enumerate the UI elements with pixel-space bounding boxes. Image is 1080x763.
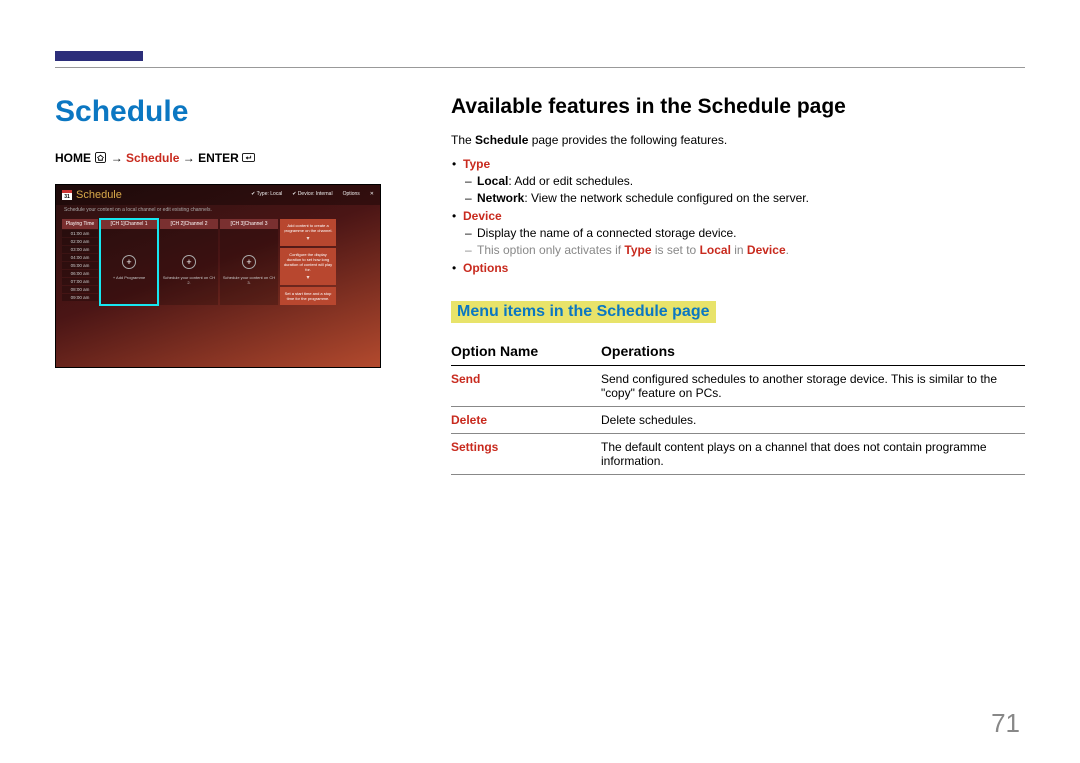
channel-header: [CH 2]Channel 2 — [160, 219, 218, 229]
shot-type-label: ✔ Type: Local — [251, 191, 282, 197]
feature-device-note: This option only activates if Type is se… — [477, 243, 1025, 257]
table-row: Send Send configured schedules to anothe… — [451, 366, 1025, 407]
calendar-icon: 31 — [62, 190, 72, 200]
channel-column-3: [CH 3]Channel 3 + Schedule your content … — [220, 219, 278, 305]
left-column: Schedule HOME → Schedule → ENTER 31 Sche… — [55, 95, 381, 475]
tip-box: Set a start time and a stop time for the… — [280, 287, 336, 305]
option-name-send: Send — [451, 366, 601, 407]
time-cell: 01:00 am — [62, 230, 98, 237]
time-cell: 04:00 am — [62, 254, 98, 261]
time-column: Playing Time 01:00 am 02:00 am 03:00 am … — [62, 219, 98, 305]
schedule-screenshot: 31 Schedule ✔ Type: Local ✔ Device: Inte… — [55, 184, 381, 368]
nav-arrow: → — [111, 151, 123, 165]
option-desc-send: Send configured schedules to another sto… — [601, 366, 1025, 407]
close-icon: ✕ — [370, 191, 374, 197]
home-icon — [94, 152, 107, 166]
channel-label: + Add Programme — [100, 275, 158, 280]
time-cell: 03:00 am — [62, 246, 98, 253]
chevron-down-icon: ▾ — [283, 274, 333, 281]
navigation-path: HOME → Schedule → ENTER — [55, 151, 381, 166]
time-header: Playing Time — [62, 219, 98, 229]
option-name-delete: Delete — [451, 407, 601, 434]
nav-enter-label: ENTER — [198, 151, 239, 165]
feature-type-local: Local: Add or edit schedules. — [477, 174, 1025, 188]
add-icon: + — [122, 255, 136, 269]
menu-items-heading: Menu items in the Schedule page — [451, 301, 716, 323]
enter-icon — [242, 152, 255, 166]
right-column: Available features in the Schedule page … — [451, 95, 1025, 475]
channel-label: Schedule your content on CH 2. — [160, 275, 218, 285]
time-cell: 05:00 am — [62, 262, 98, 269]
option-desc-delete: Delete schedules. — [601, 407, 1025, 434]
header-accent-bar — [55, 51, 143, 61]
table-header-option-name: Option Name — [451, 337, 601, 366]
table-header-operations: Operations — [601, 337, 1025, 366]
channel-header: [CH 3]Channel 3 — [220, 219, 278, 229]
nav-home-label: HOME — [55, 151, 91, 165]
options-table: Option Name Operations Send Send configu… — [451, 337, 1025, 475]
page-number: 71 — [991, 708, 1020, 739]
add-icon: + — [242, 255, 256, 269]
feature-device-line1: Display the name of a connected storage … — [477, 226, 1025, 240]
feature-device: Device Display the name of a connected s… — [463, 209, 1025, 257]
tip-box: Add content to create a programme on the… — [280, 219, 336, 246]
tips-column: Add content to create a programme on the… — [280, 219, 336, 305]
option-name-settings: Settings — [451, 434, 601, 475]
features-heading: Available features in the Schedule page — [451, 95, 1025, 119]
shot-options-label: Options — [343, 191, 360, 197]
shot-title: Schedule — [76, 189, 122, 201]
header-rule — [55, 67, 1025, 68]
nav-schedule-label: Schedule — [126, 151, 179, 165]
add-icon: + — [182, 255, 196, 269]
shot-device-label: ✔ Device: Internal — [292, 191, 332, 197]
channel-column-2: [CH 2]Channel 2 + Schedule your content … — [160, 219, 218, 305]
feature-list: Type Local: Add or edit schedules. Netwo… — [451, 157, 1025, 275]
table-row: Settings The default content plays on a … — [451, 434, 1025, 475]
feature-options: Options — [463, 261, 1025, 275]
time-cell: 06:00 am — [62, 270, 98, 277]
table-row: Delete Delete schedules. — [451, 407, 1025, 434]
time-cell: 02:00 am — [62, 238, 98, 245]
time-cell: 09:00 am — [62, 294, 98, 301]
feature-name-device: Device — [463, 209, 502, 223]
section-heading-schedule: Schedule — [55, 95, 381, 129]
channel-header: [CH 1]Channel 1 — [100, 219, 158, 229]
feature-name-type: Type — [463, 157, 490, 171]
shot-subtitle: Schedule your content on a local channel… — [56, 205, 380, 215]
feature-type: Type Local: Add or edit schedules. Netwo… — [463, 157, 1025, 205]
feature-name-options: Options — [463, 261, 508, 275]
feature-type-network: Network: View the network schedule confi… — [477, 191, 1025, 205]
option-desc-settings: The default content plays on a channel t… — [601, 434, 1025, 475]
time-cell: 08:00 am — [62, 286, 98, 293]
tip-box: Configure the display duration to set ho… — [280, 248, 336, 285]
time-cell: 07:00 am — [62, 278, 98, 285]
chevron-down-icon: ▾ — [283, 235, 333, 242]
channel-column-1: [CH 1]Channel 1 + + Add Programme — [100, 219, 158, 305]
nav-arrow: → — [183, 151, 195, 165]
intro-text: The Schedule page provides the following… — [451, 133, 1025, 147]
channel-label: Schedule your content on CH 3. — [220, 275, 278, 285]
